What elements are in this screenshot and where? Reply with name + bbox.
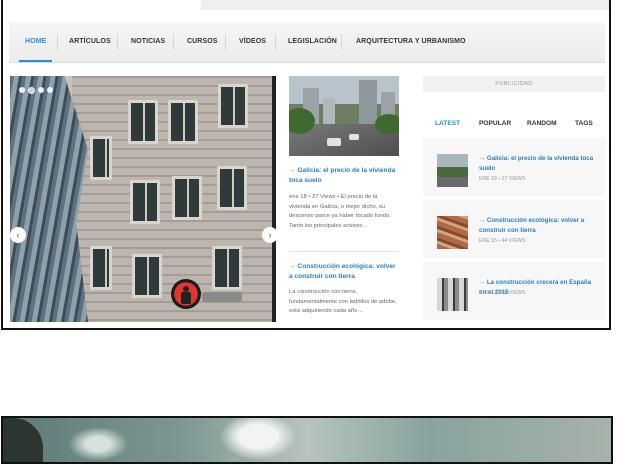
nav-separator xyxy=(275,34,276,50)
header-bar xyxy=(201,0,609,10)
main-nav: HOME ARTÍCULOS NOTICIAS CURSOS VÍDEOS LE… xyxy=(9,22,605,63)
post-excerpt: ene 18 • 27 Views • El precio de la vivi… xyxy=(289,194,391,229)
item-meta: ENE 15 • 44 VIEWS xyxy=(479,238,526,244)
website-screenshot: HOME ARTÍCULOS NOTICIAS CURSOS VÍDEOS LE… xyxy=(1,0,611,330)
nav-legislacion[interactable]: LEGISLACIÓN xyxy=(288,22,337,62)
slider-dot[interactable] xyxy=(38,87,44,93)
post-excerpt: La construcción con tierra, fundamentalm… xyxy=(289,289,397,314)
nav-separator xyxy=(225,34,226,50)
item-title[interactable]: → Construcción ecológica: volver a const… xyxy=(479,216,597,235)
item-meta: ENE 18 • 27 VIEWS xyxy=(479,176,526,182)
nav-separator xyxy=(341,34,342,50)
slider-dot[interactable] xyxy=(47,87,53,93)
post-thumbnail[interactable] xyxy=(289,76,399,156)
item-title[interactable]: → Galicia: el precio de la vivienda toca… xyxy=(479,154,597,173)
nav-home[interactable]: HOME xyxy=(18,22,53,62)
tab-random[interactable]: RANDOM xyxy=(527,110,557,138)
tab-tags[interactable]: TAGS xyxy=(575,110,593,138)
nav-separator xyxy=(173,34,174,50)
post-title[interactable]: → Construcción ecológica: volver a const… xyxy=(289,262,399,282)
nav-videos[interactable]: VÍDEOS xyxy=(239,22,266,62)
nav-noticias[interactable]: NOTICIAS xyxy=(131,22,165,62)
list-item[interactable]: → Galicia: el precio de la vivienda toca… xyxy=(423,138,605,196)
list-item[interactable]: → La construcción crecerá en España en e… xyxy=(423,262,605,320)
tab-popular[interactable]: POPULAR xyxy=(479,110,511,138)
nav-separator xyxy=(117,34,118,50)
aerial-sea-image xyxy=(1,416,613,464)
slider-dot-active[interactable] xyxy=(28,87,35,94)
nav-articulos[interactable]: ARTÍCULOS xyxy=(69,22,111,62)
item-thumbnail xyxy=(437,216,468,249)
tab-latest[interactable]: LATEST xyxy=(435,110,460,138)
divider xyxy=(289,251,399,252)
nav-arquitectura[interactable]: ARQUITECTURA Y URBANISMO xyxy=(356,22,466,62)
slider-prev-button[interactable]: ‹ xyxy=(10,227,26,243)
item-thumbnail xyxy=(437,154,468,187)
slider-next-button[interactable]: › xyxy=(262,227,276,243)
post-title[interactable]: → Galicia: el precio de la vivienda toca… xyxy=(289,166,399,186)
featured-slider[interactable]: ‹ › xyxy=(10,76,276,322)
nav-separator xyxy=(57,34,58,50)
list-item[interactable]: → Construcción ecológica: volver a const… xyxy=(423,200,605,258)
slider-pagination xyxy=(19,87,53,94)
ad-banner[interactable]: PUBLICIDAD xyxy=(423,76,605,92)
item-meta: ENE 13 • 66 VIEWS xyxy=(479,290,526,296)
nav-cursos[interactable]: CURSOS xyxy=(187,22,218,62)
sidebar-tabs: LATEST POPULAR RANDOM TAGS xyxy=(423,110,605,139)
item-thumbnail xyxy=(437,278,468,311)
slider-dot[interactable] xyxy=(19,87,25,93)
